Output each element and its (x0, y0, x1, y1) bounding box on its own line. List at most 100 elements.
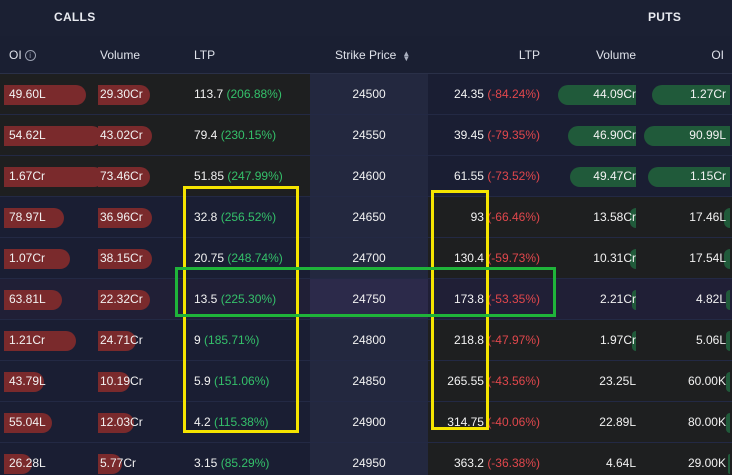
call-oi-value: 1.67Cr (9, 169, 46, 183)
call-ltp-cell[interactable]: 51.85 (247.99%) (194, 169, 283, 183)
put-ltp-cell[interactable]: 363.2 (-36.38%) (454, 456, 540, 470)
call-oi-value: 78.97L (9, 210, 46, 224)
column-header-strike-price[interactable]: Strike Price ▲ ▼ (335, 48, 410, 62)
put-oi-value: 1.27Cr (689, 87, 726, 101)
put-volume-value: 10.31Cr (593, 251, 636, 265)
put-oi-bar (726, 331, 730, 351)
calls-title: CALLS (54, 10, 96, 24)
put-ltp-cell[interactable]: 61.55 (-73.52%) (454, 169, 540, 183)
put-ltp-cell[interactable]: 218.8 (-47.97%) (454, 333, 540, 347)
put-volume-value: 13.58Cr (593, 210, 636, 224)
call-oi-value: 1.07Cr (9, 251, 46, 265)
strike-price-value: 24550 (352, 128, 386, 142)
put-ltp-value: 93 (470, 210, 484, 224)
put-ltp-change: (-84.24%) (487, 87, 540, 101)
call-ltp-value: 3.15 (194, 456, 218, 470)
put-ltp-change: (-36.38%) (487, 456, 540, 470)
call-ltp-change: (247.99%) (227, 169, 283, 183)
column-header-put-oi[interactable]: OI (711, 48, 724, 62)
put-oi-value: 1.15Cr (689, 169, 726, 183)
put-ltp-change: (-47.97%) (487, 333, 540, 347)
call-ltp-change: (225.30%) (220, 292, 277, 306)
put-ltp-cell[interactable]: 314.75 (-40.06%) (447, 415, 540, 429)
call-volume-value: 5.77Cr (100, 456, 137, 470)
call-ltp-value: 5.9 (194, 374, 211, 388)
put-oi-value: 29.00K (687, 456, 726, 470)
call-volume-value: 12.03Cr (100, 415, 143, 429)
put-ltp-cell[interactable]: 265.55 (-43.56%) (447, 374, 540, 388)
call-ltp-value: 113.7 (194, 87, 224, 101)
put-volume-value: 4.64L (605, 456, 636, 470)
call-ltp-cell[interactable]: 5.9 (151.06%) (194, 374, 269, 388)
table-row[interactable]: 1.07Cr 38.15Cr 20.75 (248.74%) 24700 130… (0, 238, 732, 279)
call-ltp-cell[interactable]: 4.2 (115.38%) (194, 415, 269, 429)
table-row[interactable]: 78.97L 36.96Cr 32.8 (256.52%) 24650 93 (… (0, 197, 732, 238)
table-row[interactable]: 55.04L 12.03Cr 4.2 (115.38%) 24900 314.7… (0, 402, 732, 443)
column-header-row: OI i Volume LTP Strike Price ▲ ▼ LTP Volume… (0, 36, 732, 74)
put-volume-value: 46.90Cr (593, 128, 636, 142)
call-ltp-cell[interactable]: 20.75 (248.74%) (194, 251, 283, 265)
call-volume-value: 36.96Cr (100, 210, 143, 224)
column-header-put-ltp[interactable]: LTP (519, 48, 540, 62)
put-volume-value: 23.25L (599, 374, 636, 388)
sort-icon[interactable]: ▲ ▼ (402, 49, 410, 62)
call-ltp-cell[interactable]: 13.5 (225.30%) (194, 292, 276, 306)
put-ltp-change: (-59.73%) (487, 251, 540, 265)
column-header-call-volume[interactable]: Volume (100, 48, 140, 62)
put-oi-value: 5.06L (695, 333, 726, 347)
put-ltp-cell[interactable]: 93 (-66.46%) (471, 210, 540, 224)
call-ltp-cell[interactable]: 9 (185.71%) (194, 333, 259, 347)
strike-price-value: 24500 (352, 87, 386, 101)
put-ltp-cell[interactable]: 24.35 (-84.24%) (454, 87, 540, 101)
call-ltp-change: (248.74%) (227, 251, 283, 265)
table-row[interactable]: 1.21Cr 24.71Cr 9 (185.71%) 24800 218.8 (… (0, 320, 732, 361)
column-header-call-oi[interactable]: OI i (9, 48, 36, 62)
call-ltp-cell[interactable]: 3.15 (85.29%) (194, 456, 269, 470)
table-row[interactable]: 1.67Cr 73.46Cr 51.85 (247.99%) 24600 61.… (0, 156, 732, 197)
puts-title: PUTS (648, 10, 682, 24)
put-volume-value: 49.47Cr (593, 169, 636, 183)
put-volume-value: 1.97Cr (599, 333, 636, 347)
call-ltp-value: 51.85 (194, 169, 225, 183)
call-oi-value: 49.60L (9, 87, 46, 101)
call-ltp-change: (230.15%) (220, 128, 277, 142)
call-ltp-cell[interactable]: 113.7 (206.88%) (194, 87, 282, 101)
call-ltp-value: 13.5 (194, 292, 218, 306)
column-header-put-volume[interactable]: Volume (596, 48, 636, 62)
put-ltp-value: 130.4 (453, 251, 484, 265)
put-volume-value: 22.89L (599, 415, 636, 429)
table-row[interactable]: 54.62L 43.02Cr 79.4 (230.15%) 24550 39.4… (0, 115, 732, 156)
strike-price-value: 24850 (352, 374, 386, 388)
call-oi-value: 63.81L (9, 292, 46, 306)
table-row[interactable]: 49.60L 29.30Cr 113.7 (206.88%) 24500 24.… (0, 74, 732, 115)
put-ltp-cell[interactable]: 173.8 (-53.35%) (454, 292, 540, 306)
put-ltp-change: (-79.35%) (487, 128, 540, 142)
call-volume-value: 38.15Cr (100, 251, 143, 265)
put-ltp-value: 314.75 (447, 415, 484, 429)
put-ltp-value: 173.8 (453, 292, 484, 306)
call-ltp-cell[interactable]: 79.4 (230.15%) (194, 128, 276, 142)
table-row[interactable]: 63.81L 22.32Cr 13.5 (225.30%) 24750 173.… (0, 279, 732, 320)
put-oi-value: 80.00K (687, 415, 726, 429)
column-header-call-ltp[interactable]: LTP (194, 48, 215, 62)
call-volume-value: 73.46Cr (100, 169, 143, 183)
table-row[interactable]: 26.28L 5.77Cr 3.15 (85.29%) 24950 363.2 … (0, 443, 732, 475)
call-volume-value: 10.19Cr (100, 374, 143, 388)
call-ltp-value: 4.2 (194, 415, 211, 429)
call-volume-value: 29.30Cr (100, 87, 143, 101)
table-row[interactable]: 43.79L 10.19Cr 5.9 (151.06%) 24850 265.5… (0, 361, 732, 402)
put-ltp-value: 39.45 (453, 128, 484, 142)
put-ltp-value: 363.2 (453, 456, 484, 470)
put-oi-bar (728, 454, 730, 474)
put-oi-value: 17.46L (689, 210, 726, 224)
put-ltp-cell[interactable]: 39.45 (-79.35%) (454, 128, 540, 142)
strike-price-label: Strike Price (335, 48, 397, 62)
call-ltp-change: (256.52%) (220, 210, 277, 224)
put-ltp-cell[interactable]: 130.4 (-59.73%) (454, 251, 540, 265)
info-icon[interactable]: i (24, 50, 36, 62)
put-oi-value: 17.54L (689, 251, 726, 265)
call-ltp-value: 9 (194, 333, 201, 347)
call-ltp-cell[interactable]: 32.8 (256.52%) (194, 210, 276, 224)
call-ltp-change: (206.88%) (226, 87, 282, 101)
put-ltp-value: 218.8 (453, 333, 484, 347)
